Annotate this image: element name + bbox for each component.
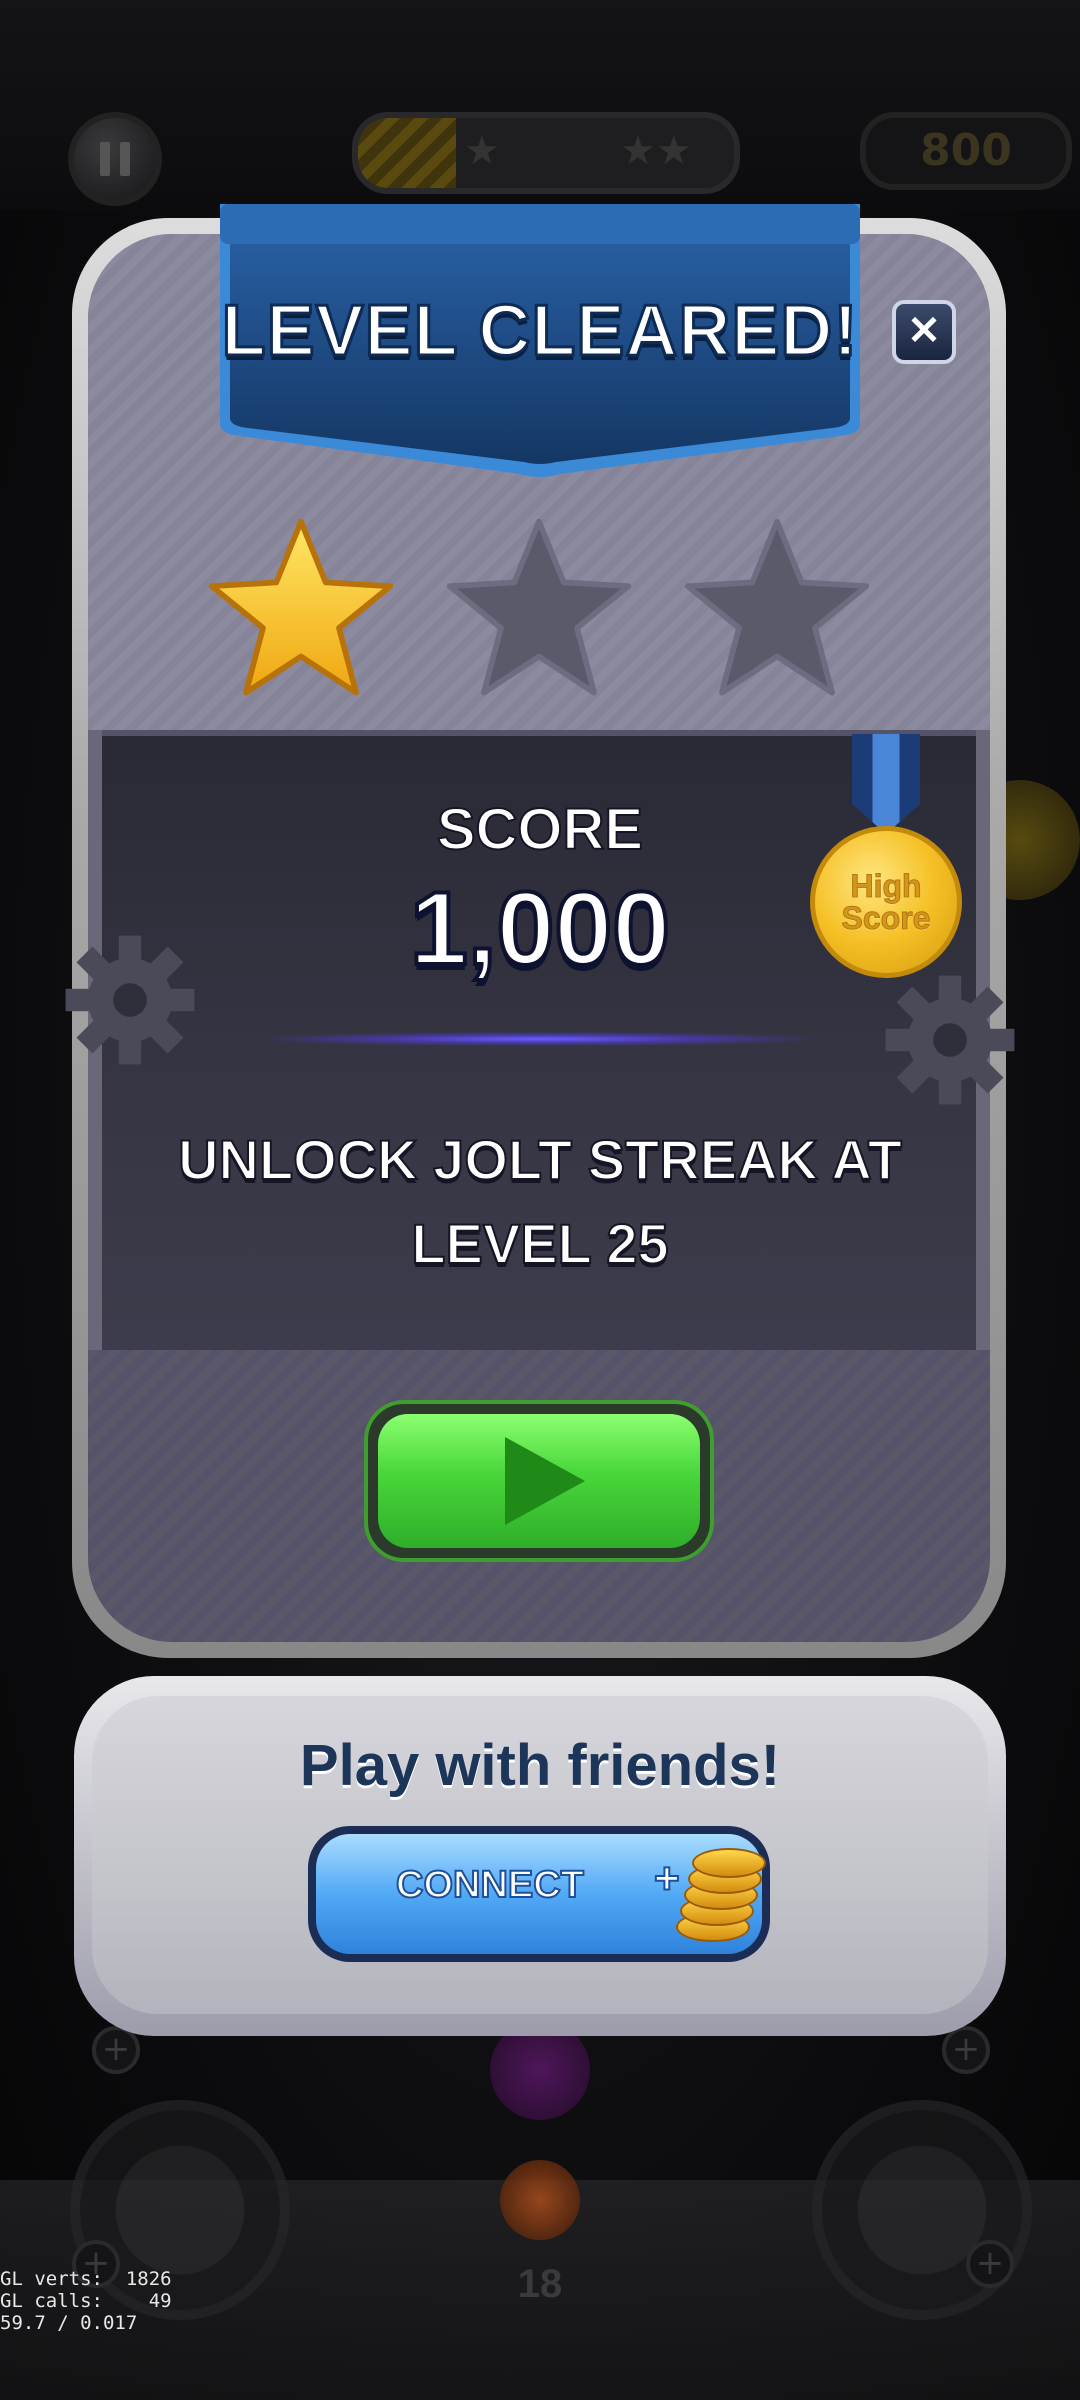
connect-label: CONNECT [395, 1863, 585, 1907]
pause-icon [100, 142, 110, 176]
unlock-message: UNLOCK JOLT STREAK AT LEVEL 25 [150, 1118, 930, 1286]
star-icon-earned [208, 518, 394, 696]
debug-line: GL calls: 49 [0, 2290, 172, 2312]
gear-icon [885, 975, 1015, 1105]
debug-line: GL verts: 1826 [0, 2268, 172, 2290]
dialog-title: LEVEL CLEARED! [220, 290, 859, 373]
connect-button[interactable]: CONNECT + [308, 1826, 770, 1962]
progress-star-icon: ★ [464, 128, 500, 174]
connect-plus: + [653, 1853, 681, 1904]
debug-overlay: GL verts: 1826 GL calls: 49 59.7 / 0.017 [0, 2268, 172, 2334]
play-next-button[interactable] [364, 1400, 714, 1562]
unlock-line2: LEVEL 25 [410, 1211, 669, 1276]
unlock-line1: UNLOCK JOLT STREAK AT [177, 1127, 903, 1192]
progress-fill [358, 118, 456, 188]
plus-icon: + [942, 2026, 990, 2074]
pause-button[interactable] [68, 112, 162, 206]
hud-score: 800 [860, 112, 1072, 190]
high-score-medal: High Score [810, 826, 962, 978]
current-orb [500, 2160, 580, 2240]
divider-glow [270, 1032, 810, 1046]
star-icon-empty [684, 518, 870, 696]
play-icon [505, 1437, 585, 1525]
debug-line: 59.7 / 0.017 [0, 2312, 138, 2334]
level-progress-bar: ★ ★★ [352, 112, 740, 194]
moves-left: 18 [517, 2262, 563, 2306]
right-launcher [812, 2100, 1032, 2320]
star-icon-empty [446, 518, 632, 696]
medal-text-line2: Score [841, 900, 931, 936]
progress-star-icon: ★★ [620, 128, 692, 174]
medal-text-line1: High [850, 868, 922, 904]
plus-icon: + [966, 2240, 1014, 2288]
close-icon: ✕ [907, 309, 941, 353]
friends-title: Play with friends! [299, 1733, 781, 1798]
close-button[interactable]: ✕ [892, 300, 956, 364]
